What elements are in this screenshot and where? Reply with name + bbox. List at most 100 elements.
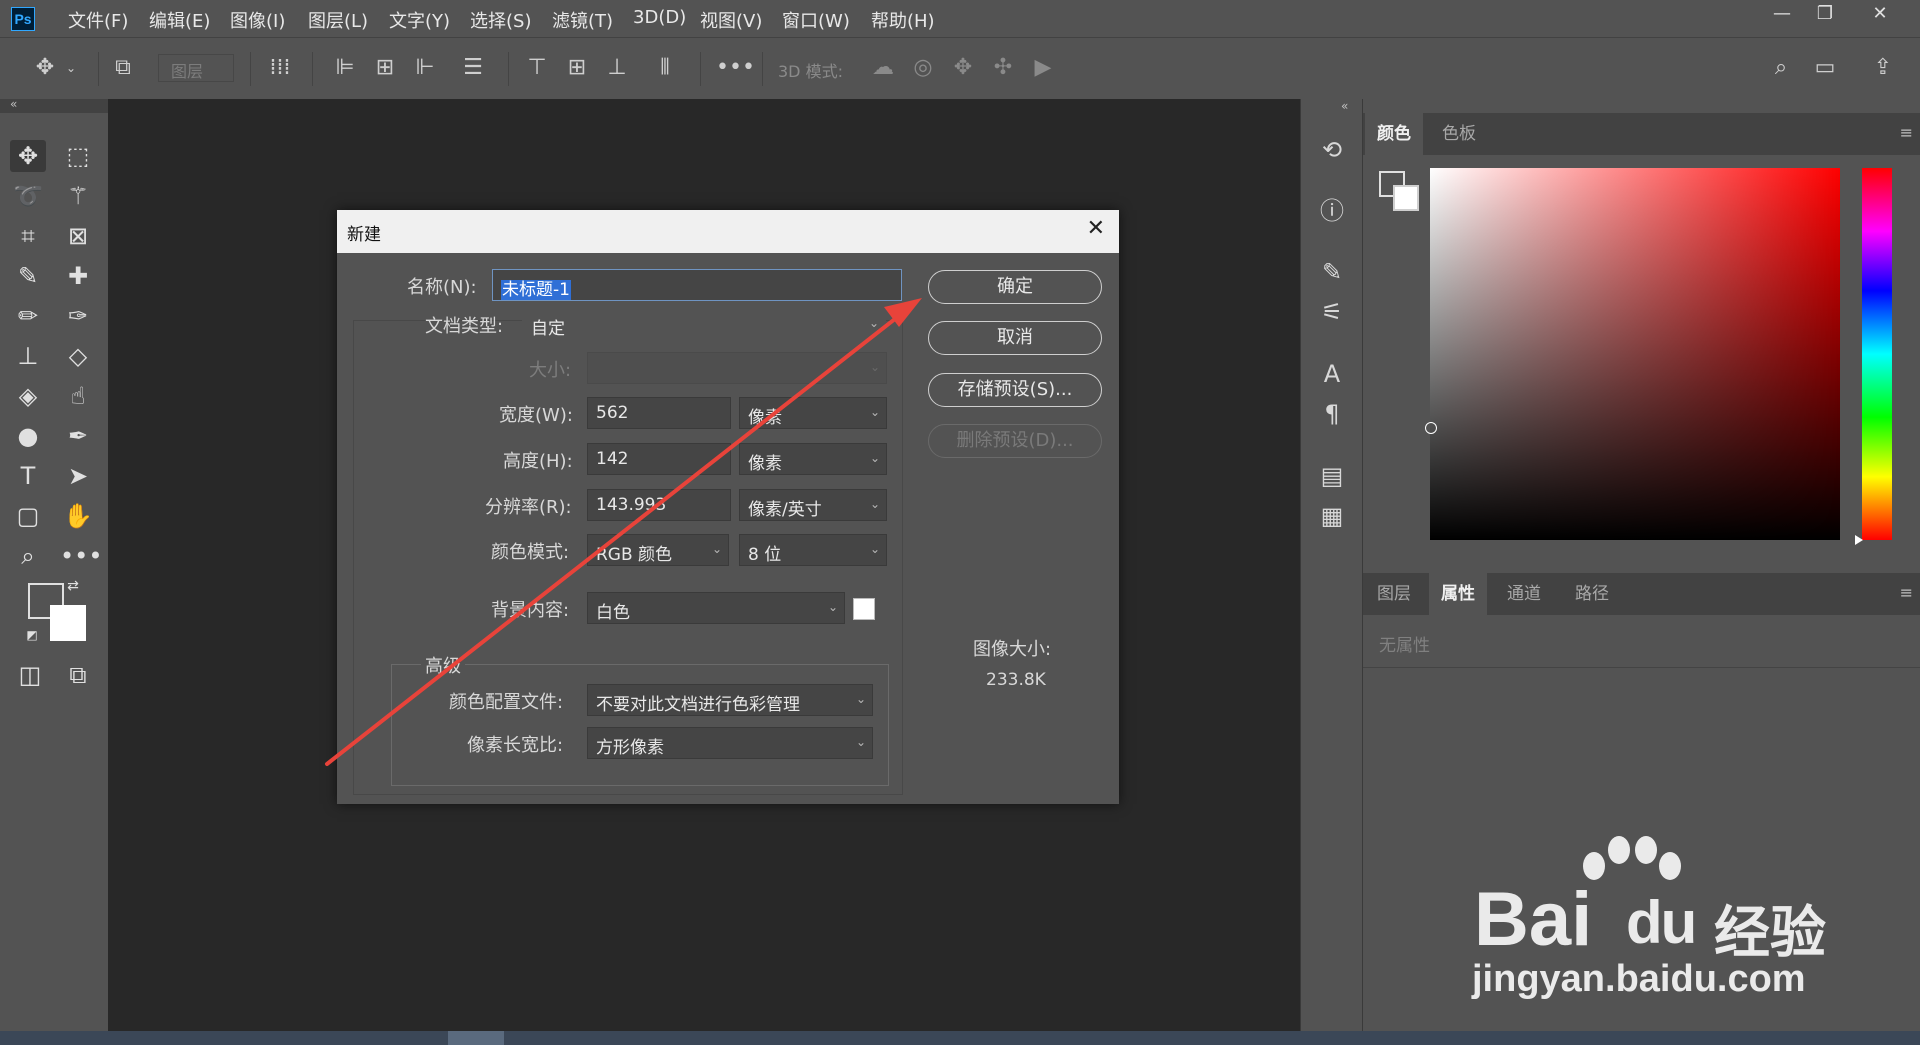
magic-wand-tool-icon[interactable]: ⚚ <box>60 180 96 212</box>
bit-depth-select[interactable]: 8 位 ⌄ <box>739 534 887 566</box>
lasso-tool-icon[interactable]: ➰ <box>10 180 46 212</box>
paint-bucket-tool-icon[interactable]: ◈ <box>10 380 46 412</box>
screen-mode-icon[interactable]: ⧉ <box>60 659 96 691</box>
background-contents-select[interactable]: 白色 ⌄ <box>587 592 845 624</box>
history-icon[interactable]: ⟲ <box>1317 135 1347 165</box>
collapse-icon[interactable]: « <box>10 97 17 111</box>
character-icon[interactable]: A <box>1317 359 1347 389</box>
align-top-icon[interactable]: ⊤ <box>522 56 552 80</box>
healing-brush-tool-icon[interactable]: ✚ <box>60 260 96 292</box>
save-preset-button[interactable]: 存储预设(S)... <box>928 373 1102 407</box>
close-icon[interactable]: ✕ <box>1860 3 1900 24</box>
hue-slider-handle[interactable] <box>1855 535 1863 545</box>
menu-type[interactable]: 文字(Y) <box>389 7 450 33</box>
type-tool-icon[interactable]: T <box>10 460 46 492</box>
close-icon[interactable]: ✕ <box>1087 216 1105 241</box>
info-icon[interactable]: ⓘ <box>1317 196 1347 226</box>
name-field[interactable]: 未标题-1 <box>492 269 902 301</box>
tab-layers[interactable]: 图层 <box>1365 573 1423 615</box>
eraser-tool-icon[interactable]: ◇ <box>60 340 96 372</box>
share-icon[interactable]: ⇪ <box>1868 56 1898 80</box>
restore-icon[interactable]: ❐ <box>1805 3 1845 24</box>
adjustments-icon[interactable]: ⚟ <box>1317 297 1347 327</box>
tab-properties[interactable]: 属性 <box>1429 573 1487 615</box>
3d-camera-icon[interactable]: ▶ <box>1028 56 1058 80</box>
search-icon[interactable]: ⌕ <box>1766 56 1796 80</box>
align-right-icon[interactable]: ⊩ <box>410 56 440 80</box>
marquee-tool-icon[interactable]: ⬚ <box>60 140 96 172</box>
pen-tool-icon[interactable]: ✒ <box>60 420 96 452</box>
tab-swatches[interactable]: 色板 <box>1430 113 1488 155</box>
libraries-icon[interactable]: ▤ <box>1317 461 1347 491</box>
ok-button[interactable]: 确定 <box>928 270 1102 304</box>
panel-menu-icon[interactable]: ≡ <box>1900 123 1913 142</box>
hue-slider[interactable] <box>1862 168 1892 540</box>
move-tool-icon[interactable]: ✥ <box>30 56 60 80</box>
auto-select-icon[interactable]: ⧉ <box>108 56 138 80</box>
panel-menu-icon[interactable]: ≡ <box>1900 583 1913 602</box>
zoom-tool-icon[interactable]: ⌕ <box>10 540 46 572</box>
3d-pan-icon[interactable]: ✥ <box>948 56 978 80</box>
3d-orbit-icon[interactable]: ☁ <box>868 56 898 80</box>
dodge-tool-icon[interactable]: ● <box>10 420 46 452</box>
resolution-unit-select[interactable]: 像素/英寸 ⌄ <box>739 489 887 521</box>
distribute-vertical-icon[interactable]: ⦀ <box>650 56 680 80</box>
more-options-icon[interactable]: ••• <box>716 56 755 80</box>
menu-view[interactable]: 视图(V) <box>700 7 762 33</box>
3d-roll-icon[interactable]: ◎ <box>908 56 938 80</box>
chevron-down-icon[interactable]: ⌄ <box>64 56 78 80</box>
history-brush-tool-icon[interactable]: ✑ <box>60 300 96 332</box>
transform-controls-icon[interactable]: ⁞⁞⁞ <box>265 56 295 80</box>
menu-image[interactable]: 图像(I) <box>230 7 285 33</box>
color-profile-select[interactable]: 不要对此文档进行色彩管理 ⌄ <box>587 684 873 716</box>
swap-colors-icon[interactable]: ⇄ <box>62 575 84 597</box>
menu-file[interactable]: 文件(F) <box>68 7 128 33</box>
resolution-field[interactable]: 143.993 <box>587 489 731 521</box>
height-unit-select[interactable]: 像素 ⌄ <box>739 443 887 475</box>
brush-tool-icon[interactable]: ✏ <box>10 300 46 332</box>
menu-edit[interactable]: 编辑(E) <box>149 7 210 33</box>
paragraph-icon[interactable]: ¶ <box>1317 399 1347 429</box>
brush-settings-icon[interactable]: ✎ <box>1317 257 1347 287</box>
menu-help[interactable]: 帮助(H) <box>871 7 935 33</box>
color-bg-swatch[interactable] <box>1393 185 1419 211</box>
menu-window[interactable]: 窗口(W) <box>782 7 850 33</box>
menu-select[interactable]: 选择(S) <box>470 7 531 33</box>
align-bottom-icon[interactable]: ⊥ <box>602 56 632 80</box>
hand-tool-icon[interactable]: ✋ <box>60 500 96 532</box>
cancel-button[interactable]: 取消 <box>928 321 1102 355</box>
toolbar-header[interactable]: « <box>0 97 108 113</box>
menu-3d[interactable]: 3D(D) <box>633 7 686 28</box>
path-selection-tool-icon[interactable]: ➤ <box>60 460 96 492</box>
color-picker-cursor[interactable] <box>1425 422 1437 434</box>
tab-paths[interactable]: 路径 <box>1563 573 1621 615</box>
width-unit-select[interactable]: 像素 ⌄ <box>739 397 887 429</box>
menu-layer[interactable]: 图层(L) <box>308 7 368 33</box>
3d-slide-icon[interactable]: ✣ <box>988 56 1018 80</box>
align-left-icon[interactable]: ⊫ <box>330 56 360 80</box>
document-type-select[interactable]: 自定 ⌄ <box>522 308 886 340</box>
more-tools-icon[interactable]: ••• <box>60 540 102 572</box>
distribute-icon[interactable]: ☰ <box>458 56 488 80</box>
width-field[interactable]: 562 <box>587 397 731 429</box>
shape-tool-icon[interactable]: ▢ <box>10 500 46 532</box>
color-picker-field[interactable] <box>1430 168 1840 540</box>
background-color-swatch[interactable] <box>50 605 86 641</box>
default-colors-icon[interactable]: ◩ <box>22 625 42 645</box>
align-hcenter-icon[interactable]: ⊞ <box>370 56 400 80</box>
menu-filter[interactable]: 滤镜(T) <box>552 7 613 33</box>
auto-select-dropdown[interactable]: 图层 <box>158 54 234 82</box>
notes-icon[interactable]: ▦ <box>1317 501 1347 531</box>
color-mode-select[interactable]: RGB 颜色 ⌄ <box>587 534 729 566</box>
pixel-aspect-select[interactable]: 方形像素 ⌄ <box>587 727 873 759</box>
height-field[interactable]: 142 <box>587 443 731 475</box>
minimize-icon[interactable]: — <box>1762 3 1802 24</box>
tab-color[interactable]: 颜色 <box>1365 113 1423 155</box>
photoshop-logo[interactable]: Ps <box>11 7 35 31</box>
move-tool-icon[interactable]: ✥ <box>10 140 46 172</box>
taskbar-item[interactable] <box>448 1031 504 1045</box>
quick-mask-icon[interactable]: ◫ <box>12 659 48 691</box>
clone-stamp-tool-icon[interactable]: ⊥ <box>10 340 46 372</box>
align-vcenter-icon[interactable]: ⊞ <box>562 56 592 80</box>
smudge-tool-icon[interactable]: ☝ <box>60 380 96 412</box>
